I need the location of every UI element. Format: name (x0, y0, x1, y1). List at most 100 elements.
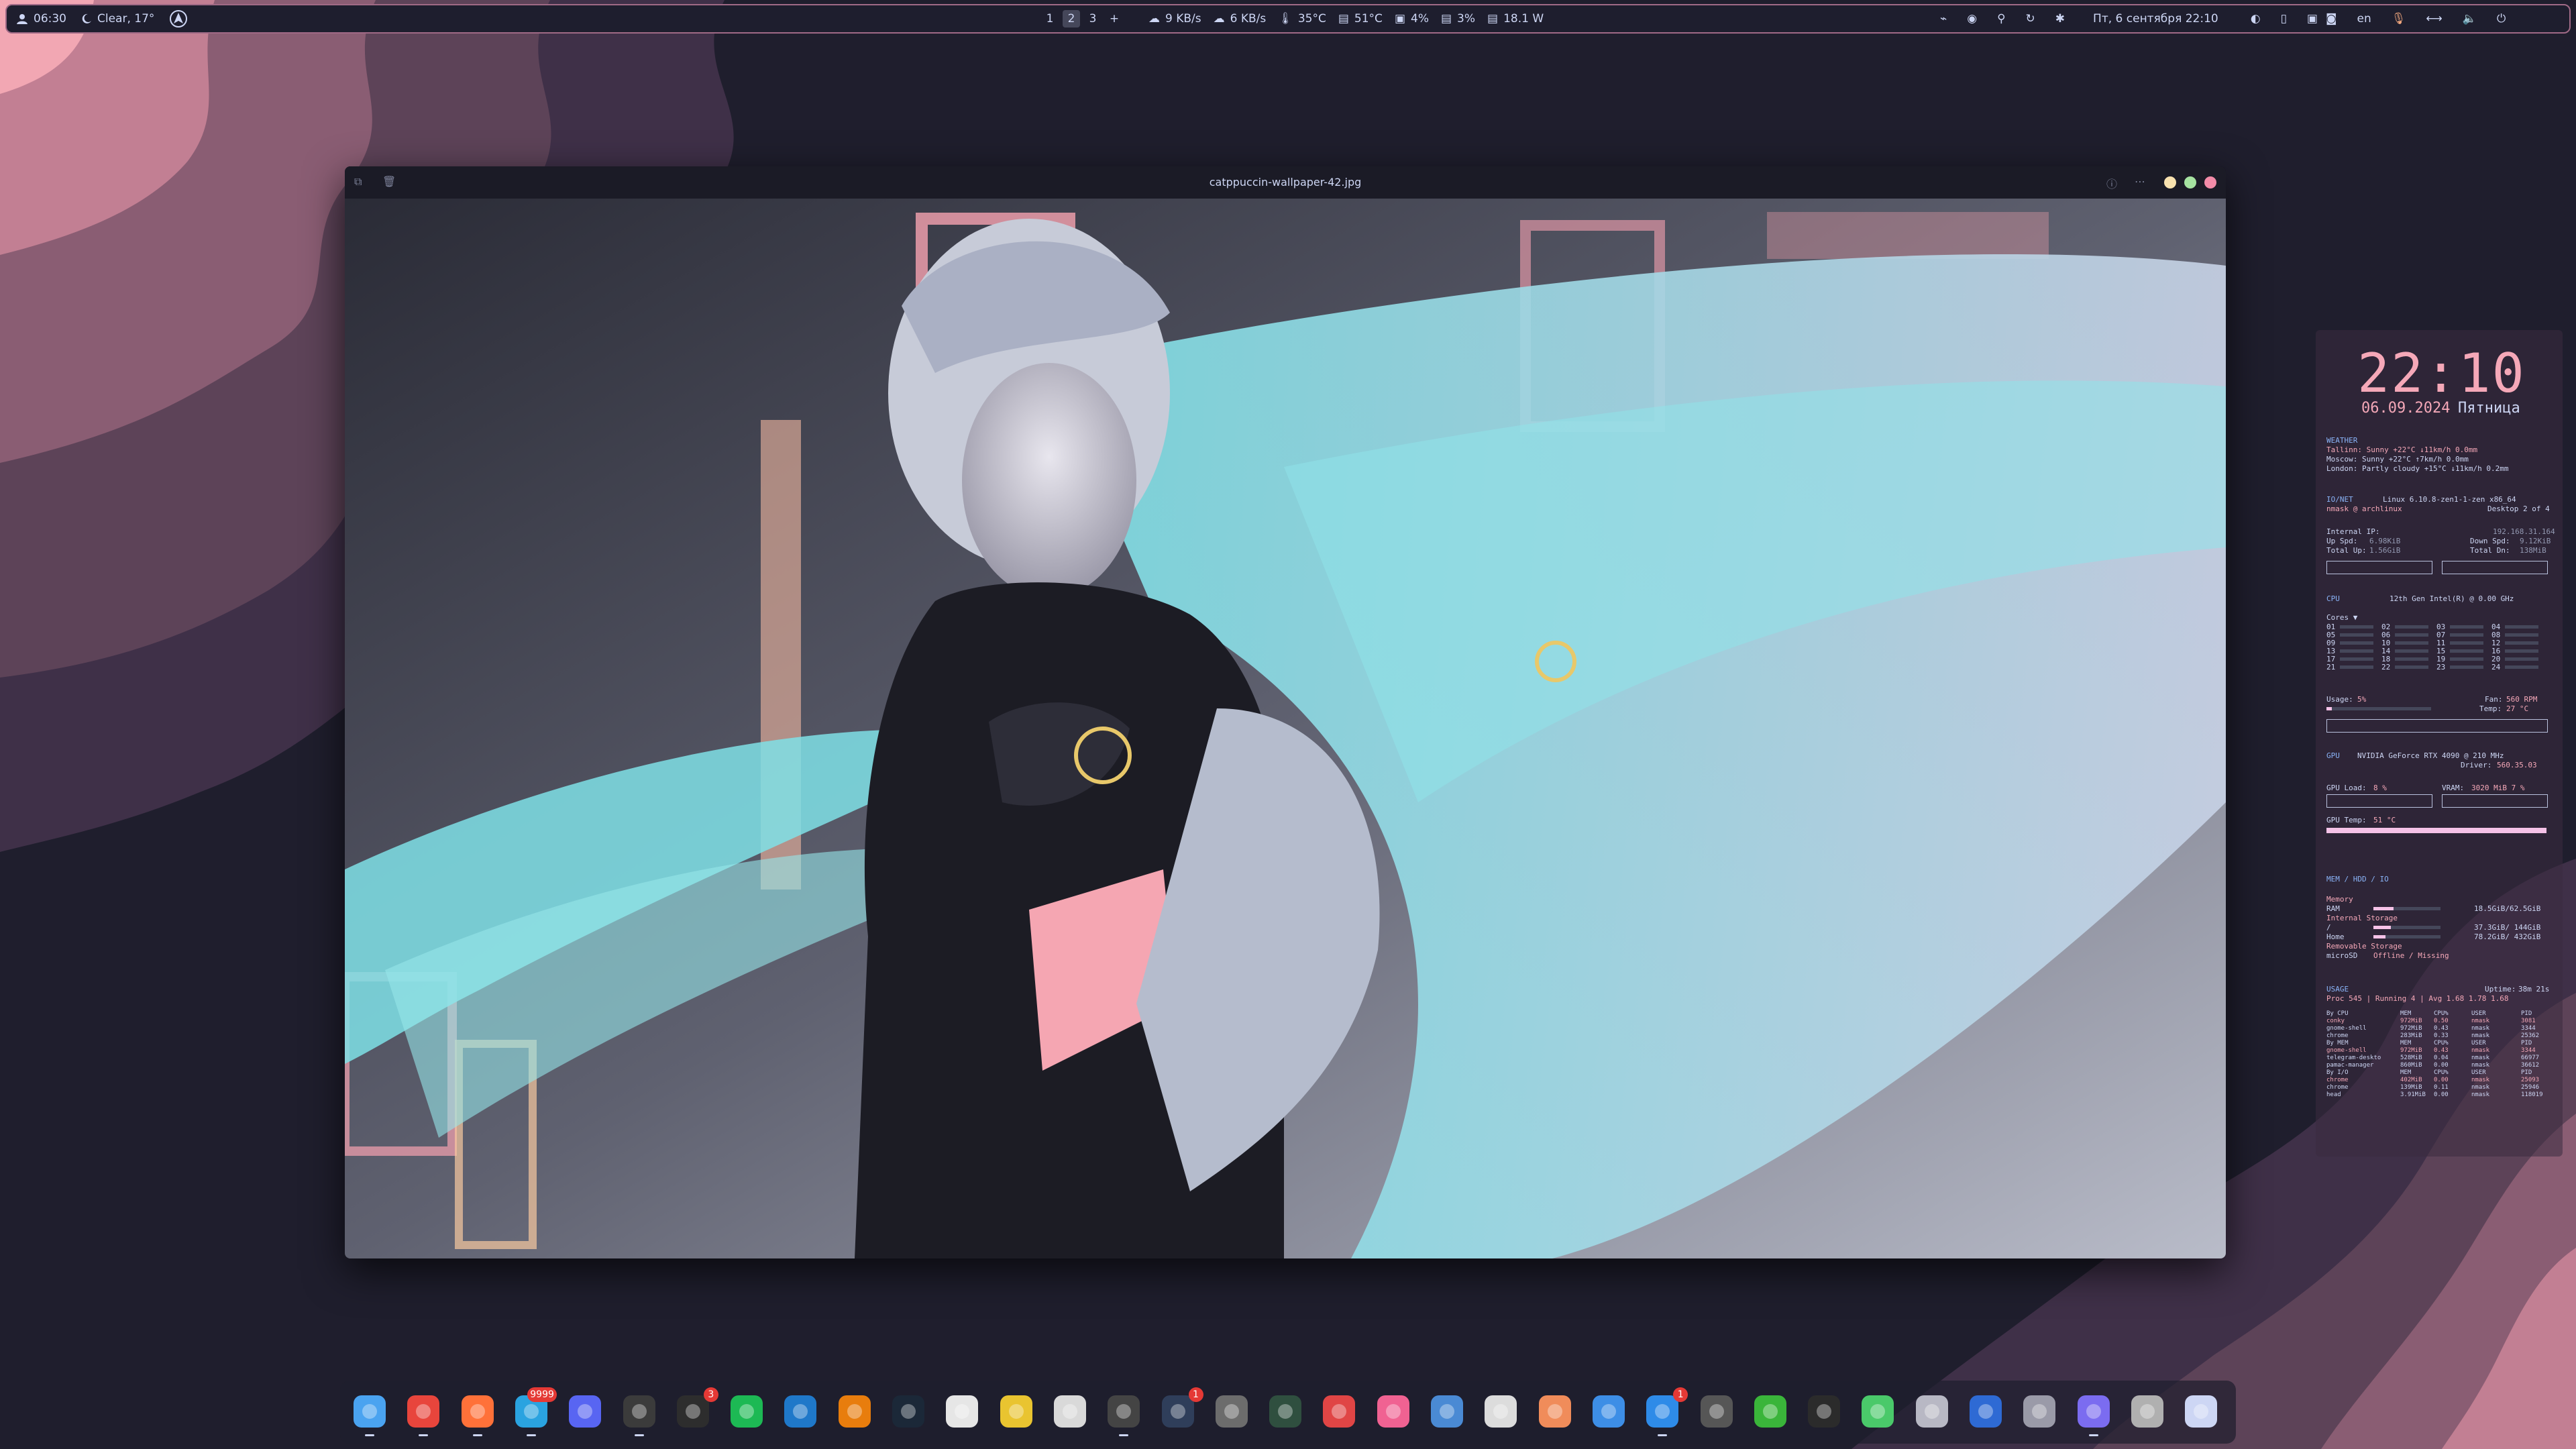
procs-summary: Proc 545 | Running 4 | Avg 1.68 1.78 1.6… (2326, 994, 2509, 1003)
gimp-icon[interactable] (1051, 1393, 1089, 1430)
software-store-icon[interactable] (1590, 1393, 1627, 1430)
running-indicator (1658, 1434, 1668, 1436)
trash-icon[interactable] (2129, 1393, 2166, 1430)
viewer-title: catppuccin-wallpaper-42.jpg (1209, 176, 1362, 189)
user-menu[interactable]: 06:30 (16, 12, 66, 25)
core-label: 23 (2436, 663, 2446, 672)
keyboard-layout[interactable]: en (2357, 12, 2371, 25)
proc-table-header: PID (2521, 1069, 2532, 1076)
proc-table-cell: 3.91MiB (2400, 1091, 2426, 1098)
maximize-button[interactable] (2184, 176, 2196, 189)
core-bar (2395, 641, 2428, 645)
disks-icon[interactable] (1482, 1393, 1519, 1430)
proc-table-header: MEM (2400, 1040, 2412, 1046)
core-bar (2450, 649, 2483, 653)
location-icon[interactable]: ⚲ (1997, 12, 2005, 25)
system-monitor-icon[interactable] (1267, 1393, 1304, 1430)
moon-icon (81, 13, 92, 24)
volume-icon[interactable]: 🔈 (2463, 12, 2477, 25)
extensions-tray-icon[interactable]: ✱ (2055, 12, 2065, 25)
app-grid-icon[interactable] (2182, 1393, 2220, 1430)
tweaks-icon[interactable] (1967, 1393, 2004, 1430)
core-bar (2340, 633, 2373, 637)
internal-ip-label: Internal IP: (2326, 527, 2380, 536)
obs-icon[interactable]: 1 (1159, 1387, 1203, 1430)
image-viewer-icon[interactable] (2075, 1393, 2112, 1430)
network-icon[interactable]: ⟷ (2426, 12, 2442, 25)
binoculars-icon[interactable] (1698, 1393, 1735, 1430)
home-bar (2373, 935, 2440, 938)
qbittorrent-icon[interactable] (1428, 1393, 1466, 1430)
proc-table-cell: 3344 (2521, 1047, 2536, 1054)
color-picker-icon[interactable] (1536, 1393, 1574, 1430)
timeshift-icon[interactable] (1213, 1393, 1250, 1430)
core-bar (2505, 625, 2538, 629)
workspace-1[interactable]: 1 (1041, 10, 1059, 28)
driver-version: 560.35.03 (2497, 761, 2537, 769)
steam-icon[interactable] (890, 1393, 927, 1430)
firefox-icon[interactable] (459, 1393, 496, 1430)
refresh-icon[interactable]: ↻ (2026, 12, 2035, 25)
activity-icon[interactable] (1752, 1393, 1789, 1430)
remote-desktop-icon[interactable] (1320, 1393, 1358, 1430)
vram-graph (2442, 794, 2548, 808)
notes-icon[interactable] (1375, 1393, 1412, 1430)
core-bar (2505, 665, 2538, 669)
proc-table-cell: chrome (2326, 1077, 2349, 1083)
blender-icon[interactable] (836, 1393, 873, 1430)
proc-table-cell: nmask (2471, 1084, 2490, 1091)
microphone-icon[interactable]: 🎙 (2392, 12, 2406, 25)
core-bar (2450, 625, 2483, 629)
running-indicator (2088, 1434, 2098, 1436)
bottles-icon[interactable] (998, 1393, 1035, 1430)
vscode-icon[interactable] (782, 1393, 819, 1430)
settings-icon[interactable] (1913, 1393, 1951, 1430)
screencast-icon[interactable]: ⌁ (1940, 12, 1947, 25)
chrome-icon[interactable] (405, 1393, 442, 1430)
memory-label: Memory (2326, 895, 2353, 904)
gamepad-icon[interactable] (943, 1393, 981, 1430)
menu-icon[interactable]: ⋯ (2135, 175, 2149, 190)
proc-table-cell: 0.00 (2434, 1062, 2449, 1069)
nvidia-icon[interactable] (1805, 1393, 1843, 1430)
cpu-temp: 27 °C (2506, 704, 2529, 713)
arch-logo-icon[interactable] (169, 9, 188, 28)
proc-table-header: By I/O (2326, 1069, 2349, 1076)
panel-datetime[interactable]: Пт, 6 сентября 22:10 (2093, 12, 2218, 25)
power-icon[interactable]: ⏻ (2497, 12, 2506, 25)
extensions-icon[interactable] (1859, 1393, 1896, 1430)
cores-label: Cores ▼ (2326, 613, 2358, 622)
clipboard-icon[interactable]: ▯ (2281, 12, 2287, 25)
proc-table-cell: 25946 (2521, 1084, 2540, 1091)
toggle-icon[interactable]: ◐ (2251, 12, 2261, 25)
color-picker-tray-icon[interactable]: ◉ (1967, 12, 1977, 25)
core-label: 22 (2381, 663, 2391, 672)
user-icon (16, 13, 28, 25)
add-workspace[interactable]: + (1106, 10, 1123, 28)
gpu-load-value: 8 % (2373, 784, 2387, 792)
gpu-icon: ▤ (1440, 12, 1452, 25)
discord-icon[interactable] (566, 1393, 604, 1430)
weather-header: WEATHER (2326, 436, 2358, 445)
steering-icon[interactable] (2021, 1393, 2058, 1430)
workspace-3[interactable]: 3 (1084, 10, 1102, 28)
spotify-icon[interactable] (728, 1393, 765, 1430)
files-icon[interactable] (351, 1393, 388, 1430)
mail-icon[interactable]: 1 (1644, 1387, 1688, 1430)
minimize-button[interactable] (2164, 176, 2176, 189)
workspace-2[interactable]: 2 (1063, 10, 1080, 28)
weather-indicator[interactable]: Clear, 17° (81, 12, 154, 25)
close-button[interactable] (2204, 176, 2216, 189)
terminal-ide-icon[interactable] (621, 1393, 658, 1430)
record-icon[interactable]: ◙ (2326, 12, 2337, 25)
info-icon[interactable]: ⓘ (2106, 175, 2121, 191)
screenshot-icon[interactable]: ▣ (2307, 12, 2318, 25)
telegram-icon[interactable]: 9999 (513, 1387, 557, 1430)
inkscape-icon[interactable] (1105, 1393, 1142, 1430)
removable-label: Removable Storage (2326, 942, 2402, 951)
cpu-temp: 35°C (1297, 12, 1326, 25)
terminal-icon[interactable]: 3 (674, 1387, 718, 1430)
image-viewer-window: ⧉ 🗑 catppuccin-wallpaper-42.jpg ⓘ ⋯ (345, 166, 2226, 1258)
gpu-model: NVIDIA GeForce RTX 4090 @ 210 MHz (2357, 751, 2504, 760)
core-bar (2395, 633, 2428, 637)
